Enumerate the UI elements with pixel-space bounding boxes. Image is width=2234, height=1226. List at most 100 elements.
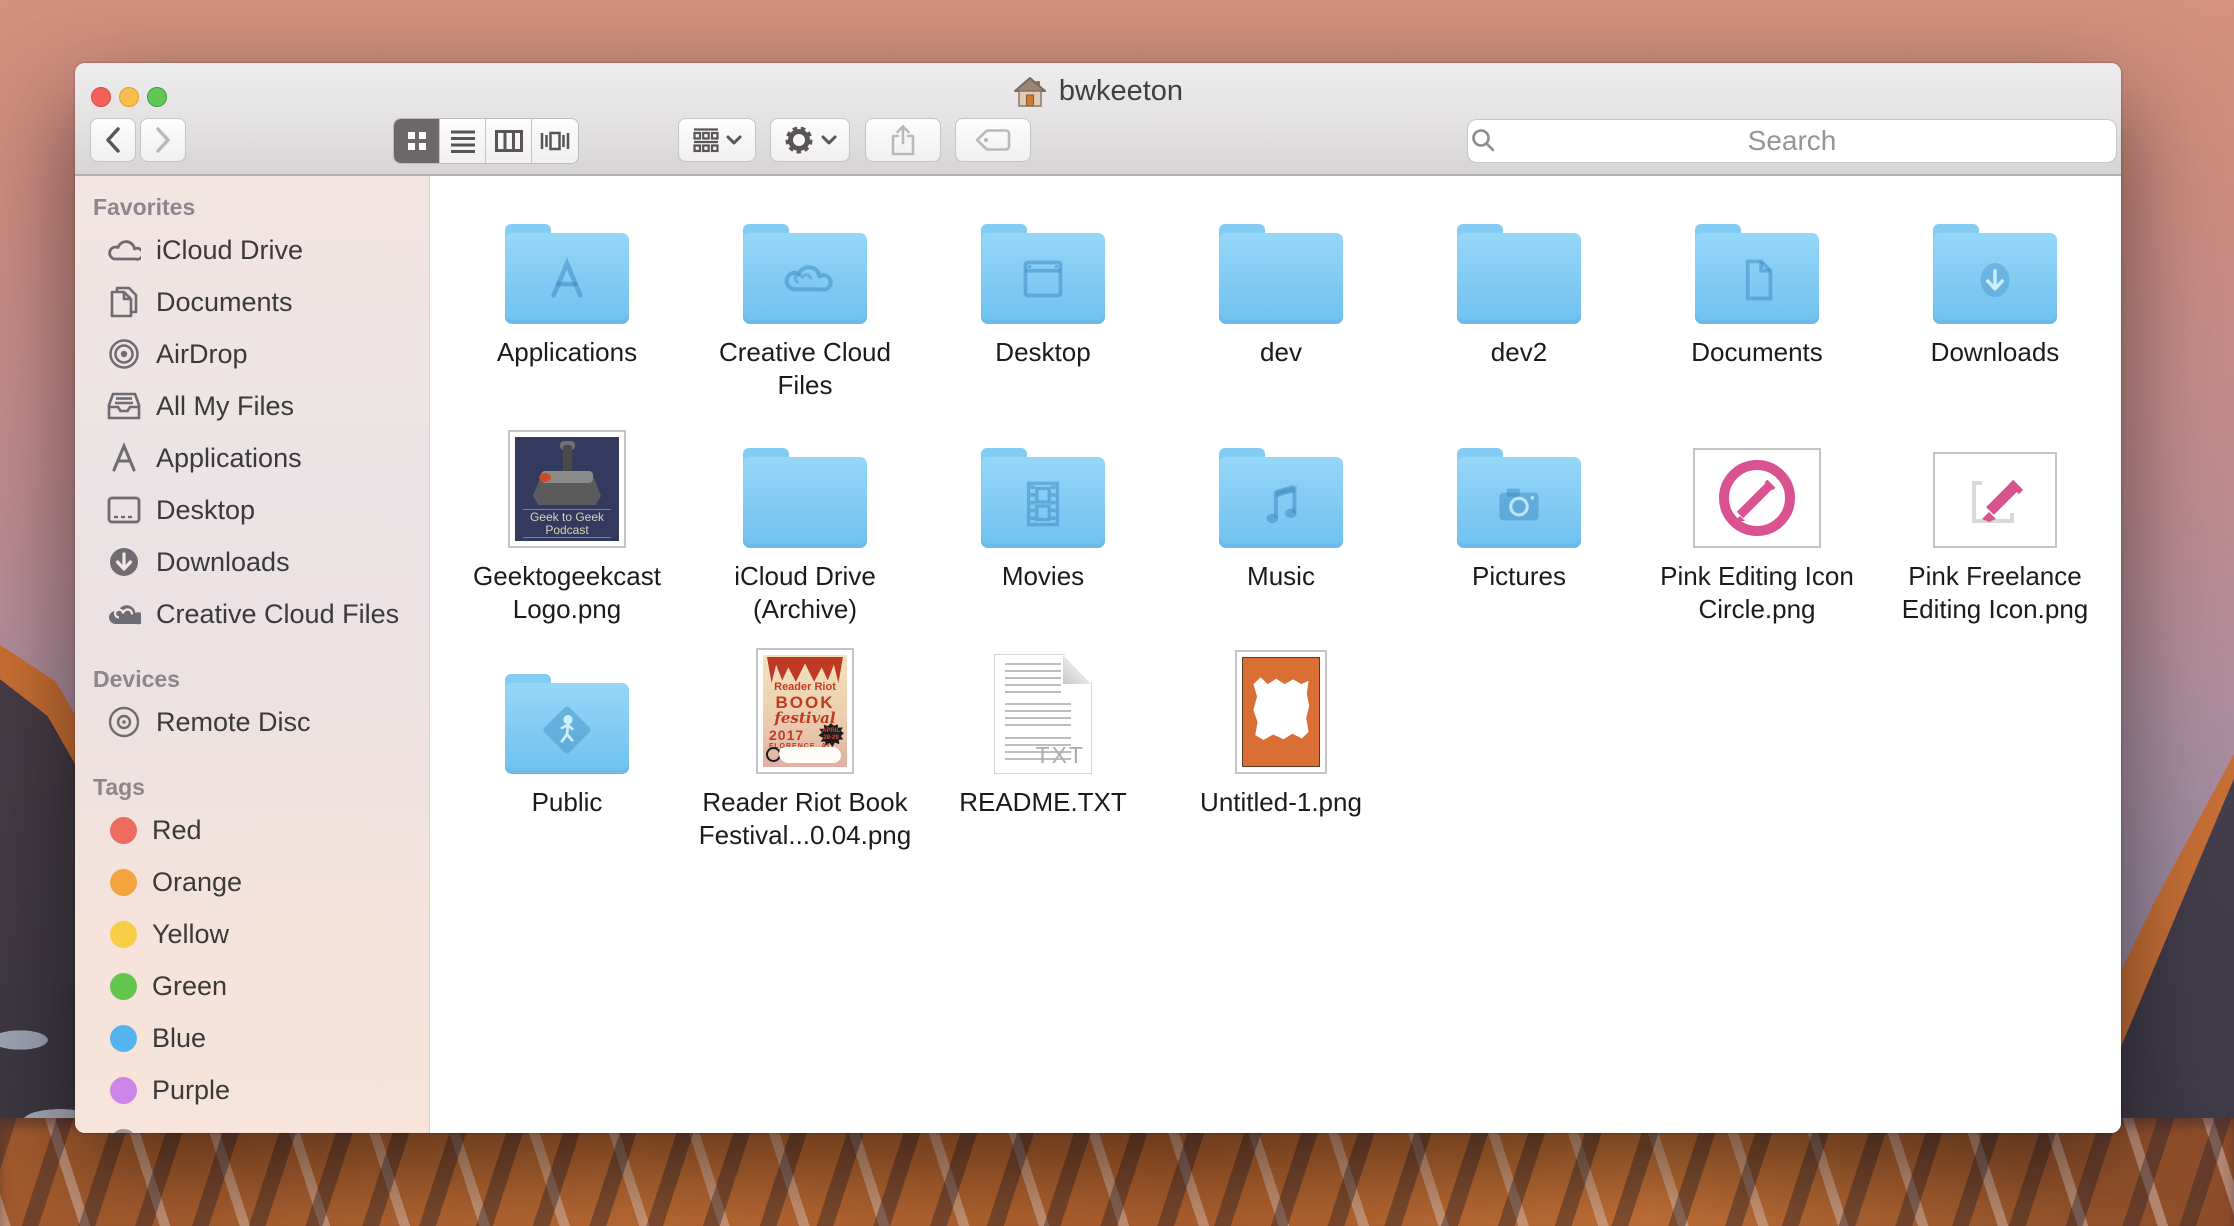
file-item-geektogeekcast-logo[interactable]: Geek to Geek Podcast Geektogeekcast Logo… (452, 428, 682, 654)
file-item-pink-freelance-editing-icon[interactable]: Pink Freelance Editing Icon.png (1880, 428, 2110, 654)
folder-icon (1457, 448, 1581, 548)
tag-gray-icon (110, 1129, 137, 1134)
folder-icon (981, 224, 1105, 324)
file-item-untitled-1[interactable]: Untitled-1.png (1166, 654, 1396, 894)
sidebar-item-label: Applications (156, 443, 302, 474)
file-item-pictures[interactable]: Pictures (1404, 428, 1634, 654)
sidebar-item-desktop[interactable]: Desktop (75, 484, 429, 536)
sidebar-item-label: Red (152, 815, 202, 846)
applications-glyph-icon (534, 247, 600, 313)
desktop-glyph-icon (1010, 247, 1076, 313)
image-thumbnail: Geek to Geek Podcast (508, 430, 626, 548)
sidebar-item-remote-disc[interactable]: Remote Disc (75, 696, 429, 748)
file-item-dev2[interactable]: dev2 (1404, 204, 1634, 428)
sidebar-section-tags: Tags (75, 770, 429, 804)
arrange-button[interactable] (678, 118, 756, 162)
sidebar-item-tag-orange[interactable]: Orange (75, 856, 429, 908)
music-note-glyph-icon (1248, 471, 1314, 537)
sidebar-item-label: Purple (152, 1075, 230, 1106)
file-item-movies[interactable]: Movies (928, 428, 1158, 654)
image-thumbnail (1235, 650, 1327, 774)
sidebar-item-tag-blue[interactable]: Blue (75, 1012, 429, 1064)
sidebar-item-tag-red[interactable]: Red (75, 804, 429, 856)
home-icon (1013, 76, 1047, 108)
file-label: Creative Cloud Files (692, 336, 918, 402)
file-item-dev[interactable]: dev (1166, 204, 1396, 428)
file-label: dev (1260, 336, 1302, 369)
untitled-orange-image (1242, 657, 1320, 767)
public-glyph-icon (534, 697, 600, 763)
tag-yellow-icon (110, 921, 137, 948)
file-item-reader-riot-poster[interactable]: Reader Riot BOOK festival 2017 APRIL 28-… (690, 654, 920, 894)
coverflow-view-button[interactable] (532, 119, 578, 163)
image-thumbnail (1933, 452, 2057, 548)
camera-glyph-icon (1486, 471, 1552, 537)
file-item-creative-cloud-files[interactable]: Creative Cloud Files (690, 204, 920, 428)
file-item-readme-txt[interactable]: TXT README.TXT (928, 654, 1158, 894)
action-button[interactable] (770, 118, 850, 162)
file-item-downloads[interactable]: Downloads (1880, 204, 2110, 428)
folder-icon (505, 224, 629, 324)
image-thumbnail: Reader Riot BOOK festival 2017 APRIL 28-… (756, 648, 854, 774)
sidebar-item-creative-cloud-files[interactable]: Creative Cloud Files (75, 588, 429, 640)
finder-window: bwkeeton (75, 63, 2121, 1133)
tag-orange-icon (110, 869, 137, 896)
file-label: Movies (1002, 560, 1084, 593)
file-item-documents[interactable]: Documents (1642, 204, 1872, 428)
file-item-applications[interactable]: Applications (452, 204, 682, 428)
sidebar-item-label: Blue (152, 1023, 206, 1054)
page-fold (1063, 655, 1091, 684)
chevron-down-icon (726, 135, 742, 145)
icon-view-button[interactable] (394, 119, 440, 163)
back-button[interactable] (90, 118, 136, 162)
tag-blue-icon (110, 1025, 137, 1052)
geek-logo-image: Geek to Geek Podcast (515, 437, 619, 541)
column-view-button[interactable] (486, 119, 532, 163)
disc-icon (107, 705, 141, 739)
reader-riot-poster-image: Reader Riot BOOK festival 2017 APRIL 28-… (763, 655, 847, 767)
sidebar-item-label: Creative Cloud Files (156, 599, 399, 630)
sidebar-item-tag-yellow[interactable]: Yellow (75, 908, 429, 960)
grid-view-icon (405, 129, 429, 153)
file-label: Desktop (995, 336, 1090, 369)
sidebar-item-applications[interactable]: Applications (75, 432, 429, 484)
download-glyph-icon (1962, 247, 2028, 313)
folder-icon (1219, 448, 1343, 548)
image-thumbnail (1693, 448, 1821, 548)
folder-icon (1695, 224, 1819, 324)
chevron-left-icon (105, 127, 121, 153)
sidebar-item-icloud-drive[interactable]: iCloud Drive (75, 224, 429, 276)
file-item-public[interactable]: Public (452, 654, 682, 894)
sidebar-section-devices: Devices (75, 662, 429, 696)
file-item-icloud-drive-archive[interactable]: iCloud Drive (Archive) (690, 428, 920, 654)
sidebar-item-tag-gray[interactable] (75, 1116, 429, 1133)
sidebar-item-label: Remote Disc (156, 707, 311, 738)
search-input[interactable] (1467, 119, 2117, 163)
window-title: bwkeeton (1059, 75, 1183, 108)
sidebar-item-all-my-files[interactable]: All My Files (75, 380, 429, 432)
poster-text: festival (763, 709, 847, 727)
file-label: Pictures (1472, 560, 1566, 593)
share-button[interactable] (865, 118, 941, 162)
tag-green-icon (110, 973, 137, 1000)
sidebar-item-tag-green[interactable]: Green (75, 960, 429, 1012)
sidebar-item-airdrop[interactable]: AirDrop (75, 328, 429, 380)
sidebar-item-label: Desktop (156, 495, 255, 526)
gear-icon (783, 124, 815, 156)
file-label: Documents (1691, 336, 1823, 369)
file-item-pink-editing-icon-circle[interactable]: Pink Editing Icon Circle.png (1642, 428, 1872, 654)
file-item-desktop[interactable]: Desktop (928, 204, 1158, 428)
list-view-button[interactable] (440, 119, 486, 163)
sidebar-item-downloads[interactable]: Downloads (75, 536, 429, 588)
tags-button[interactable] (955, 118, 1031, 162)
forward-button[interactable] (140, 118, 186, 162)
sidebar-item-label: Green (152, 971, 227, 1002)
sidebar-item-documents[interactable]: Documents (75, 276, 429, 328)
file-label: Public (532, 786, 603, 819)
arrange-icon (692, 127, 720, 153)
pink-pencil-image (1940, 459, 2050, 541)
poster-text: Reader Riot (763, 681, 847, 693)
wallpaper-mountain-bottom (0, 1118, 2234, 1226)
sidebar-item-tag-purple[interactable]: Purple (75, 1064, 429, 1116)
file-item-music[interactable]: Music (1166, 428, 1396, 654)
